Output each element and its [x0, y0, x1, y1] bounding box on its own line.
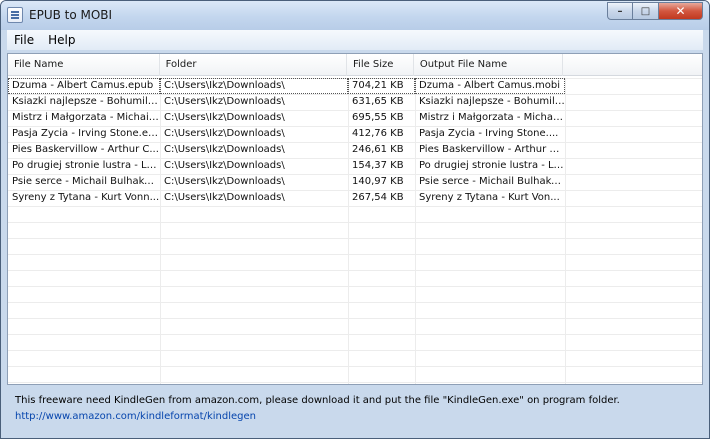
table-row[interactable]: Mistrz i Małgorzata - Michaił B... C:\Use… [8, 110, 702, 126]
cell-folder: C:\Users\Ikz\Downloads\ [164, 176, 285, 187]
cell-output-file-name: Ksiazki najlepsze - Bohumil ... [419, 96, 565, 107]
table-row[interactable]: Ksiazki najlepsze - Bohumil H... C:\Users… [8, 94, 702, 110]
table-row[interactable]: Syreny z Tytana - Kurt Vonn... C:\Users\I… [8, 190, 702, 206]
cell-file-name: Po drugiej stronie lustra - Le... [12, 160, 160, 171]
cell-file-name: Dzuma - Albert Camus.epub [8, 78, 160, 94]
cell-output-file-name: Po drugiej stronie lustra - Le... [419, 160, 565, 171]
app-icon[interactable] [7, 7, 23, 23]
maximize-button[interactable]: □ [633, 2, 659, 20]
minimize-button[interactable]: – [607, 2, 633, 20]
list-rows: Dzuma - Albert Camus.epub C:\Users\Ikz\Do… [8, 78, 702, 206]
cell-file-name: Ksiazki najlepsze - Bohumil H... [12, 96, 160, 107]
cell-output-file-name: Mistrz i Małgorzata - Michaił ... [419, 112, 565, 123]
window-title: EPUB to MOBI [29, 8, 113, 22]
list-header: File Name Folder File Size Output File N… [8, 54, 702, 76]
column-folder[interactable]: Folder [160, 54, 348, 76]
cell-output-file-name: Syreny z Tytana - Kurt Von... [419, 192, 560, 203]
kindlegen-link[interactable]: http://www.amazon.com/kindleformat/kindl… [15, 411, 256, 422]
cell-file-name: Mistrz i Małgorzata - Michaił B... [12, 112, 160, 123]
cell-output-file-name: Pies Baskervillow - Arthur C... [419, 144, 565, 155]
title-bar[interactable]: EPUB to MOBI – □ ✕ [1, 1, 709, 30]
column-file-size[interactable]: File Size [347, 54, 414, 76]
cell-folder: C:\Users\Ikz\Downloads\ [164, 160, 285, 171]
cell-folder: C:\Users\Ikz\Downloads\ [164, 128, 285, 139]
table-row[interactable]: Dzuma - Albert Camus.epub C:\Users\Ikz\Do… [8, 78, 702, 94]
cell-file-size: 246,61 KB [352, 144, 404, 155]
column-filler [563, 54, 702, 76]
cell-file-name: Pasja Zycia - Irving Stone.ep... [12, 128, 160, 139]
cell-folder: C:\Users\Ikz\Downloads\ [160, 78, 348, 94]
cell-file-size: 412,76 KB [352, 128, 404, 139]
file-list[interactable]: File Name Folder File Size Output File N… [7, 53, 703, 385]
cell-file-name: Syreny z Tytana - Kurt Vonn... [12, 192, 160, 203]
cell-output-file-name: Psie serce - Michail Bulhako... [419, 176, 565, 187]
cell-folder: C:\Users\Ikz\Downloads\ [164, 112, 285, 123]
cell-file-name: Pies Baskervillow - Arthur C... [12, 144, 159, 155]
cell-file-name: Psie serce - Michail Bulhakow... [12, 176, 160, 187]
table-row[interactable]: Pasja Zycia - Irving Stone.ep... C:\Users… [8, 126, 702, 142]
cell-output-file-name: Pasja Zycia - Irving Stone.... [419, 128, 559, 139]
cell-folder: C:\Users\Ikz\Downloads\ [164, 144, 285, 155]
cell-file-size: 631,65 KB [352, 96, 404, 107]
app-window: EPUB to MOBI – □ ✕ File Help File Name F… [0, 0, 710, 439]
cell-file-size: 140,97 KB [352, 176, 404, 187]
cell-file-size: 154,37 KB [352, 160, 404, 171]
cell-file-size: 704,21 KB [348, 78, 415, 94]
menu-bar: File Help [7, 30, 703, 50]
menu-file[interactable]: File [7, 30, 41, 50]
info-footer: This freeware need KindleGen from amazon… [7, 389, 703, 435]
cell-file-size: 695,55 KB [352, 112, 404, 123]
window-controls: – □ ✕ [607, 2, 703, 21]
cell-folder: C:\Users\Ikz\Downloads\ [164, 96, 285, 107]
close-button[interactable]: ✕ [659, 2, 703, 20]
column-file-name[interactable]: File Name [8, 54, 160, 76]
cell-folder: C:\Users\Ikz\Downloads\ [164, 192, 285, 203]
cell-output-file-name: Dzuma - Albert Camus.mobi [415, 78, 565, 94]
cell-file-size: 267,54 KB [352, 192, 404, 203]
table-row[interactable]: Po drugiej stronie lustra - Le... C:\User… [8, 158, 702, 174]
table-row[interactable]: Pies Baskervillow - Arthur C... C:\Users\… [8, 142, 702, 158]
menu-help[interactable]: Help [41, 30, 82, 50]
kindlegen-notice: This freeware need KindleGen from amazon… [15, 395, 620, 406]
table-row[interactable]: Psie serce - Michail Bulhakow... C:\Users… [8, 174, 702, 190]
column-output-file-name[interactable]: Output File Name [414, 54, 564, 76]
